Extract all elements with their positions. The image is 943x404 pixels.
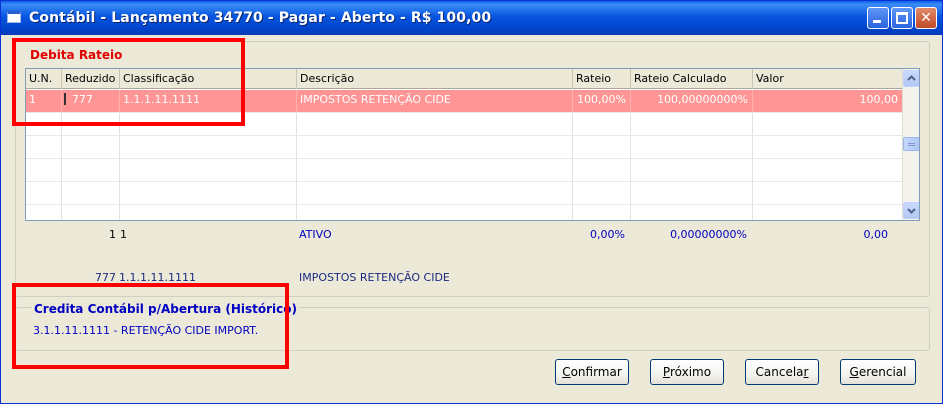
cell-valor[interactable]: [753, 182, 902, 204]
summary-reduzido: 1: [120, 228, 127, 241]
cell-rateio-calculado[interactable]: 100,00000000%: [631, 90, 753, 112]
grip-icon: [908, 143, 915, 144]
cell-descricao[interactable]: [297, 205, 573, 220]
cell-descricao[interactable]: [297, 182, 573, 204]
title-bar[interactable]: Contábil - Lançamento 34770 - Pagar - Ab…: [1, 1, 942, 35]
cell-reduzido[interactable]: [62, 205, 120, 220]
cell-rateio-calculado[interactable]: [631, 159, 753, 181]
cancelar-button[interactable]: Cancelar: [745, 359, 819, 385]
cell-descricao[interactable]: [297, 136, 573, 158]
cell-rateio-calculado[interactable]: [631, 136, 753, 158]
table-row[interactable]: [26, 159, 902, 182]
column-header-descricao[interactable]: Descrição: [297, 69, 573, 89]
table-row[interactable]: [26, 182, 902, 205]
cell-valor[interactable]: [753, 159, 902, 181]
cancelar-label: Cancela: [755, 365, 804, 379]
cell-classificacao[interactable]: [120, 205, 297, 220]
summary-rateio: 0,00%: [590, 228, 625, 241]
confirmar-mnemonic: C: [562, 365, 571, 379]
close-icon: ✕: [920, 10, 932, 26]
gerencial-mnemonic: G: [849, 365, 859, 379]
highlight-box-debita: [12, 38, 245, 126]
proximo-label: róximo: [669, 365, 712, 379]
lancamento-window: Contábil - Lançamento 34770 - Pagar - Ab…: [0, 0, 943, 404]
window-title: Contábil - Lançamento 34770 - Pagar - Ab…: [29, 10, 492, 26]
scroll-down-button[interactable]: [903, 202, 919, 219]
proximo-mnemonic: P: [662, 365, 670, 379]
cell-un[interactable]: [26, 182, 62, 204]
cell-rateio-calculado[interactable]: [631, 182, 753, 204]
summary-valor: 0,00: [863, 228, 889, 241]
window-icon: [7, 11, 21, 23]
column-header-rateio-calculado[interactable]: Rateio Calculado: [631, 69, 753, 89]
column-header-rateio[interactable]: Rateio: [573, 69, 631, 89]
minimize-button[interactable]: [867, 7, 889, 29]
scroll-up-button[interactable]: [903, 70, 919, 87]
cell-descricao[interactable]: IMPOSTOS RETENÇÃO CIDE: [297, 90, 573, 112]
summary-un: 1: [109, 228, 116, 241]
summary-descricao: ATIVO: [299, 228, 332, 241]
cell-descricao[interactable]: [297, 159, 573, 181]
minimize-icon: [873, 20, 881, 23]
gerencial-label: erencial: [858, 365, 907, 379]
close-button[interactable]: ✕: [915, 7, 937, 29]
scroll-thumb[interactable]: [903, 137, 919, 151]
highlight-box-credita: [12, 283, 289, 369]
confirmar-label: onfirmar: [570, 365, 622, 379]
cell-classificacao[interactable]: [120, 136, 297, 158]
cell-rateio-calculado[interactable]: [631, 205, 753, 220]
cell-rateio[interactable]: [573, 205, 631, 220]
cell-rateio[interactable]: [573, 159, 631, 181]
cell-rateio[interactable]: 100,00%: [573, 90, 631, 112]
cell-rateio[interactable]: [573, 113, 631, 135]
column-header-valor[interactable]: Valor: [753, 69, 902, 89]
table-row[interactable]: [26, 205, 902, 220]
grid-vertical-scrollbar[interactable]: [902, 69, 919, 220]
cancelar-mnemonic: r: [803, 365, 809, 379]
cell-un[interactable]: [26, 159, 62, 181]
cell-reduzido[interactable]: [62, 182, 120, 204]
cell-rateio[interactable]: [573, 182, 631, 204]
proximo-button[interactable]: Próximo: [650, 359, 724, 385]
gerencial-button[interactable]: Gerencial: [840, 359, 916, 385]
maximize-button[interactable]: [891, 7, 913, 29]
cell-classificacao[interactable]: [120, 159, 297, 181]
confirmar-button[interactable]: Confirmar: [555, 359, 629, 385]
summary-rateio-calculado: 0,00000000%: [670, 228, 747, 241]
cell-reduzido[interactable]: [62, 136, 120, 158]
cell-valor[interactable]: [753, 113, 902, 135]
cell-un[interactable]: [26, 205, 62, 220]
chevron-down-icon: [907, 208, 916, 214]
maximize-icon: [896, 12, 908, 24]
cell-rateio[interactable]: [573, 136, 631, 158]
table-row[interactable]: [26, 136, 902, 159]
cell-descricao[interactable]: [297, 113, 573, 135]
cell-reduzido[interactable]: [62, 159, 120, 181]
chevron-up-icon: [907, 75, 916, 81]
cell-rateio-calculado[interactable]: [631, 113, 753, 135]
selected-descricao: IMPOSTOS RETENÇÃO CIDE: [299, 271, 450, 284]
cell-valor[interactable]: [753, 205, 902, 220]
cell-un[interactable]: [26, 136, 62, 158]
cell-valor[interactable]: [753, 136, 902, 158]
cell-valor[interactable]: 100,00: [753, 90, 902, 112]
cell-classificacao[interactable]: [120, 182, 297, 204]
